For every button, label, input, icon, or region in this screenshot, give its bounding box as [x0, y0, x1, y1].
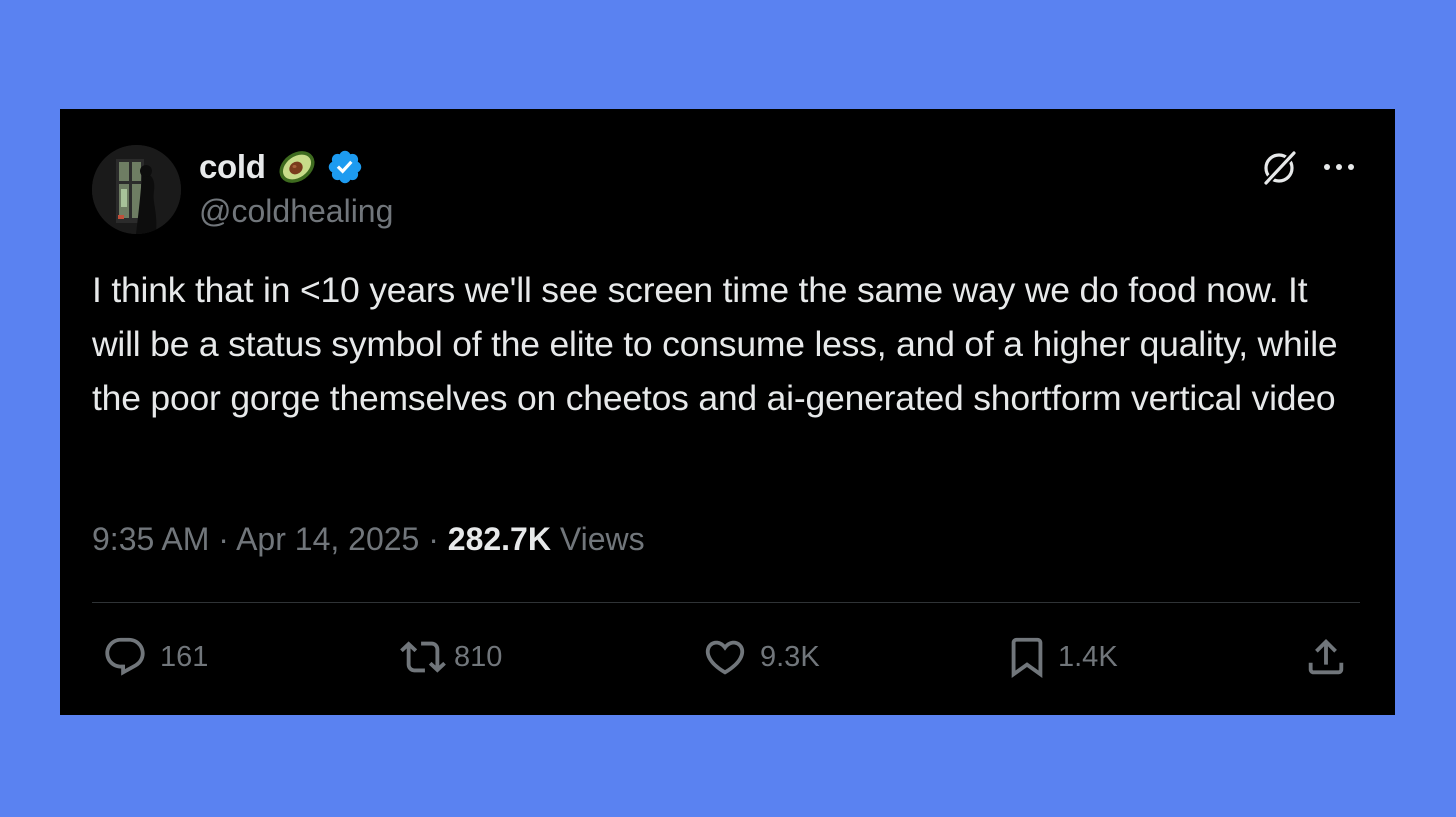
grok-icon[interactable] — [1260, 147, 1300, 188]
like-button[interactable]: 9.3K — [702, 634, 820, 680]
meta-separator: · — [218, 521, 229, 557]
repost-count: 810 — [454, 640, 503, 673]
avatar[interactable] — [92, 145, 181, 234]
tweet-meta: 9:35 AM · Apr 14, 2025 · 282.7K Views — [92, 521, 645, 558]
share-button[interactable] — [1303, 634, 1349, 680]
bookmark-button[interactable]: 1.4K — [1004, 634, 1118, 680]
more-options-icon[interactable] — [1322, 153, 1356, 181]
repost-button[interactable]: 810 — [398, 634, 502, 680]
divider — [92, 602, 1360, 603]
reply-count: 161 — [160, 640, 209, 673]
tweet-time[interactable]: 9:35 AM — [92, 521, 209, 557]
reply-button[interactable]: 161 — [102, 634, 208, 680]
share-icon — [1303, 634, 1349, 680]
views-count[interactable]: 282.7K — [448, 521, 551, 557]
bookmark-count: 1.4K — [1058, 640, 1118, 673]
tweet-text: I think that in <10 years we'll see scre… — [92, 270, 1338, 418]
tweet-card: cold @coldhealing I think that in <10 ye… — [60, 109, 1395, 715]
author-name-row: cold — [199, 147, 364, 187]
like-count: 9.3K — [760, 640, 820, 673]
author-handle[interactable]: @coldhealing — [199, 193, 393, 230]
avocado-emoji-icon — [276, 147, 318, 187]
heart-icon — [702, 634, 748, 680]
display-name[interactable]: cold — [199, 148, 266, 186]
verified-badge-icon[interactable] — [326, 148, 364, 186]
views-label[interactable]: Views — [560, 521, 645, 557]
tweet-date[interactable]: Apr 14, 2025 — [236, 521, 419, 557]
bookmark-icon — [1004, 634, 1050, 680]
repost-icon — [398, 634, 448, 680]
meta-separator: · — [428, 521, 439, 557]
reply-icon — [102, 634, 148, 680]
